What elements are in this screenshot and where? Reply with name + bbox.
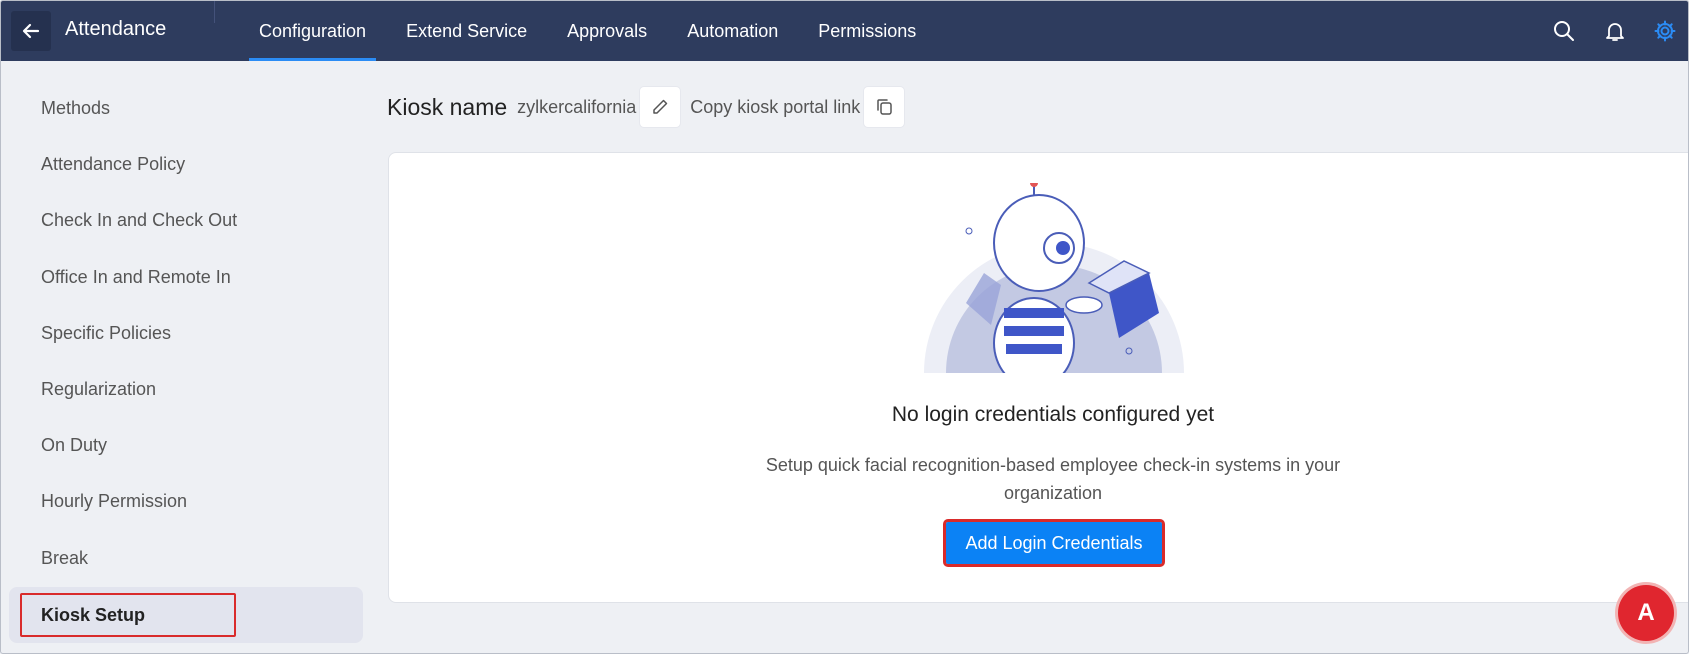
copy-kiosk-link[interactable]: Copy kiosk portal link (690, 97, 860, 118)
kiosk-header: Kiosk name zylkercalifornia Copy kiosk p… (387, 87, 905, 127)
edit-kiosk-name-button[interactable] (640, 87, 681, 127)
add-login-credentials-button[interactable]: Add Login Credentials (943, 519, 1165, 567)
kiosk-name-value: zylkercalifornia (517, 96, 637, 117)
app-title: Attendance (65, 18, 167, 40)
title-divider (214, 1, 215, 23)
empty-state-card: No login credentials configured yet Setu… (388, 152, 1688, 603)
back-button[interactable] (11, 11, 51, 51)
sidebar-item-specific-policies[interactable]: Specific Policies (9, 305, 363, 361)
sidebar-item-attendance-policy[interactable]: Attendance Policy (9, 136, 363, 192)
sidebar-item-label: Regularization (41, 378, 157, 399)
tab-automation[interactable]: Automation (677, 1, 788, 61)
sidebar-item-methods[interactable]: Methods (9, 80, 363, 136)
sidebar-item-label: Check In and Check Out (41, 209, 238, 230)
kiosk-name-label: Kiosk name (387, 93, 508, 120)
robot-box-illustration (924, 183, 1184, 373)
tab-approvals[interactable]: Approvals (557, 1, 657, 61)
app-window: Attendance Configuration Extend Service … (0, 0, 1689, 654)
sidebar-item-on-duty[interactable]: On Duty (9, 417, 363, 473)
search-icon[interactable] (1552, 19, 1576, 43)
sidebar-item-check-in-check-out[interactable]: Check In and Check Out (9, 192, 363, 248)
user-avatar[interactable]: A (1618, 585, 1674, 641)
top-navigation-bar: Attendance Configuration Extend Service … (1, 1, 1688, 61)
pencil-icon (653, 99, 668, 114)
sidebar-item-label: Break (41, 547, 89, 568)
copy-kiosk-link-button[interactable] (864, 87, 905, 127)
tab-extend-service[interactable]: Extend Service (396, 1, 537, 61)
sidebar-item-label: Kiosk Setup (41, 604, 146, 625)
sidebar-item-label: Methods (41, 97, 111, 118)
sidebar-item-label: On Duty (41, 434, 108, 455)
sidebar-item-label: Specific Policies (41, 322, 172, 343)
copy-icon (877, 99, 893, 115)
sidebar-item-label: Hourly Permission (41, 490, 188, 511)
arrow-left-icon (22, 23, 40, 39)
sidebar-item-office-remote-in[interactable]: Office In and Remote In (9, 249, 363, 305)
main-nav-tabs: Configuration Extend Service Approvals A… (249, 1, 946, 61)
sidebar-item-hourly-permission[interactable]: Hourly Permission (9, 473, 363, 529)
sidebar-item-kiosk-setup[interactable]: Kiosk Setup (9, 587, 363, 643)
gear-icon[interactable] (1653, 19, 1677, 43)
tab-permissions[interactable]: Permissions (808, 1, 926, 61)
sidebar-item-label: Office In and Remote In (41, 266, 231, 287)
sidebar-item-regularization[interactable]: Regularization (9, 361, 363, 417)
sidebar-item-break[interactable]: Break (9, 530, 363, 586)
sidebar-item-label: Attendance Policy (41, 153, 186, 174)
empty-state-title: No login credentials configured yet (891, 403, 1215, 426)
bell-icon[interactable] (1603, 19, 1627, 43)
empty-state-description: Setup quick facial recognition-based emp… (765, 455, 1341, 503)
settings-sidebar: Methods Attendance Policy Check In and C… (9, 61, 363, 651)
tab-configuration[interactable]: Configuration (249, 1, 377, 61)
